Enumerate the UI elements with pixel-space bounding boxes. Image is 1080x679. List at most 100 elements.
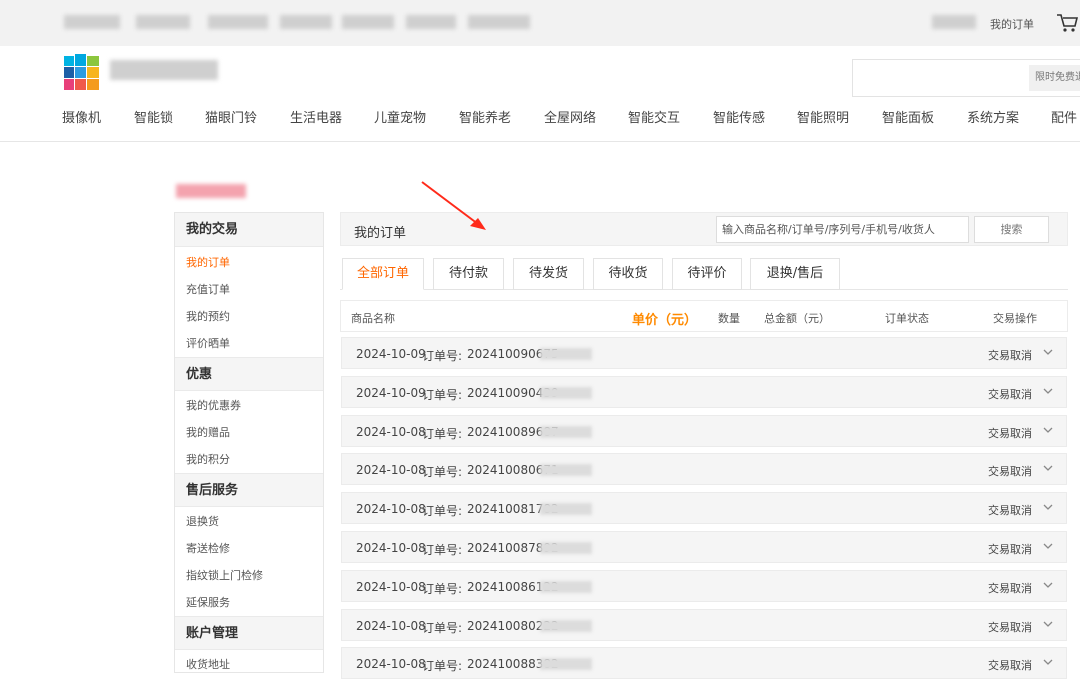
order-status: 交易取消 xyxy=(988,504,1032,518)
column-header-price: 单价（元） xyxy=(632,313,698,328)
account-sidebar: 我的交易 我的订单 充值订单 我的预约 评价晒单 优惠 我的优惠券 我的赠品 我… xyxy=(174,212,324,673)
sidebar-item-lock-repair[interactable]: 指纹锁上门检修 xyxy=(175,562,323,589)
sidebar-item-reviews[interactable]: 评价晒单 xyxy=(175,330,323,357)
order-number-label: 订单号: xyxy=(422,504,463,519)
search-button[interactable]: 搜索 xyxy=(974,216,1049,243)
order-date: 2024-10-08 xyxy=(356,463,426,478)
order-row[interactable]: 2024-10-09 订单号: 202410090439 交易取消 xyxy=(341,375,1067,408)
order-number-label: 订单号: xyxy=(422,581,463,596)
sidebar-item-my-orders[interactable]: 我的订单 xyxy=(175,249,323,276)
category-item[interactable]: 智能传感 xyxy=(713,107,765,126)
blurred-link[interactable] xyxy=(406,15,456,29)
order-row[interactable]: 2024-10-08 订单号: 202410086122 交易取消 xyxy=(341,569,1067,602)
order-row[interactable]: 2024-10-08 订单号: 202410081782 交易取消 xyxy=(341,492,1067,525)
order-date: 2024-10-08 xyxy=(356,541,426,555)
sidebar-item-recharge-orders[interactable]: 充值订单 xyxy=(175,276,323,303)
blurred-username[interactable] xyxy=(932,15,976,29)
chevron-down-icon[interactable] xyxy=(1042,540,1054,552)
blurred-link[interactable] xyxy=(468,15,530,29)
sidebar-item-appointments[interactable]: 我的预约 xyxy=(175,303,323,330)
header-search-box[interactable]: 限时免费退 xyxy=(852,59,1080,97)
column-header-qty: 数量 xyxy=(718,312,740,325)
order-number-mask xyxy=(540,386,592,399)
order-date: 2024-10-08 xyxy=(356,424,426,439)
order-row[interactable]: 2024-10-08 订单号: 202410087892 交易取消 xyxy=(341,531,1067,563)
order-row[interactable]: 2024-10-08 订单号: 202410080222 交易取消 xyxy=(341,608,1067,641)
column-header-status: 订单状态 xyxy=(885,312,929,325)
order-status: 交易取消 xyxy=(988,349,1032,362)
order-date: 2024-10-08 xyxy=(356,657,426,672)
blurred-link[interactable] xyxy=(342,15,394,29)
sidebar-item-returns[interactable]: 退换货 xyxy=(175,508,323,535)
blurred-link[interactable] xyxy=(136,15,190,29)
sidebar-item-mail-repair[interactable]: 寄送检修 xyxy=(175,535,323,562)
tab-pending-payment[interactable]: 待付款 xyxy=(433,258,504,290)
category-item[interactable]: 智能养老 xyxy=(459,107,511,126)
order-search-input[interactable] xyxy=(716,216,969,243)
order-row[interactable]: 2024-10-08 订单号: 202410089687 交易取消 xyxy=(341,414,1067,447)
sidebar-item-extended-warranty[interactable]: 延保服务 xyxy=(175,589,323,616)
tab-pending-receipt[interactable]: 待收货 xyxy=(593,258,663,290)
sidebar-item-gifts[interactable]: 我的赠品 xyxy=(175,419,323,446)
chevron-down-icon[interactable] xyxy=(1042,462,1054,474)
sidebar-item-points[interactable]: 我的积分 xyxy=(175,446,323,473)
order-status: 交易取消 xyxy=(988,581,1032,595)
chevron-down-icon[interactable] xyxy=(1042,424,1054,436)
order-number-label: 订单号: xyxy=(422,387,463,402)
order-number-mask xyxy=(540,425,592,438)
chevron-down-icon[interactable] xyxy=(1042,618,1054,630)
category-item[interactable]: 猫眼门铃 xyxy=(205,107,257,126)
order-number-mask xyxy=(540,580,592,593)
order-date: 2024-10-08 xyxy=(356,618,426,633)
sidebar-section-title: 我的交易 xyxy=(175,213,323,247)
category-item[interactable]: 系统方案 xyxy=(967,107,1019,126)
category-item[interactable]: 摄像机 xyxy=(62,107,101,126)
order-number-label: 订单号: xyxy=(422,543,463,557)
blurred-link[interactable] xyxy=(208,15,268,29)
order-date: 2024-10-09 xyxy=(356,347,426,361)
cart-icon[interactable] xyxy=(1056,13,1078,33)
category-item[interactable]: 智能面板 xyxy=(882,107,934,126)
top-my-orders-link[interactable]: 我的订单 xyxy=(990,16,1034,32)
category-item[interactable]: 智能交互 xyxy=(628,107,680,126)
chevron-down-icon[interactable] xyxy=(1042,346,1054,358)
site-header: 限时免费退 摄像机 智能锁 猫眼门铃 生活电器 儿童宠物 智能养老 全屋网络 智… xyxy=(0,46,1080,142)
order-row[interactable]: 2024-10-09 订单号: 202410090675 交易取消 xyxy=(341,337,1067,369)
tab-returns-aftersales[interactable]: 退换/售后 xyxy=(750,258,840,290)
order-row[interactable]: 2024-10-08 订单号: 202410080671 交易取消 xyxy=(341,453,1067,486)
order-number-mask xyxy=(540,542,592,554)
order-number-label: 订单号: xyxy=(422,349,463,363)
order-status: 交易取消 xyxy=(988,465,1032,479)
table-header: 商品名称 单价（元） 数量 总金额（元） 订单状态 交易操作 xyxy=(340,300,1068,332)
brand-logo-icon[interactable] xyxy=(64,54,102,92)
search-hint-tag: 限时免费退 xyxy=(1029,65,1080,91)
order-date: 2024-10-09 xyxy=(356,385,426,400)
order-row[interactable]: 2024-10-08 订单号: 202410088382 交易取消 xyxy=(341,647,1067,679)
blurred-link[interactable] xyxy=(280,15,332,29)
blurred-link[interactable] xyxy=(64,15,120,29)
category-nav: 摄像机 智能锁 猫眼门铃 生活电器 儿童宠物 智能养老 全屋网络 智能交互 智能… xyxy=(0,107,1080,129)
sidebar-item-address[interactable]: 收货地址 xyxy=(175,651,323,678)
chevron-down-icon[interactable] xyxy=(1042,385,1054,397)
category-item[interactable]: 配件 xyxy=(1051,107,1077,126)
category-item[interactable]: 全屋网络 xyxy=(544,107,596,126)
chevron-down-icon[interactable] xyxy=(1042,501,1054,513)
chevron-down-icon[interactable] xyxy=(1042,656,1054,668)
chevron-down-icon[interactable] xyxy=(1042,579,1054,591)
order-status: 交易取消 xyxy=(988,620,1032,634)
category-item[interactable]: 智能锁 xyxy=(134,107,173,126)
tab-pending-shipment[interactable]: 待发货 xyxy=(513,258,584,290)
category-item[interactable]: 智能照明 xyxy=(797,107,849,126)
user-name-blurred xyxy=(176,184,246,198)
sidebar-item-coupons[interactable]: 我的优惠券 xyxy=(175,392,323,419)
order-number-label: 订单号: xyxy=(422,465,463,480)
category-item[interactable]: 儿童宠物 xyxy=(374,107,426,126)
tab-pending-review[interactable]: 待评价 xyxy=(672,258,742,290)
tab-all-orders[interactable]: 全部订单 xyxy=(342,258,424,290)
order-status: 交易取消 xyxy=(988,543,1032,556)
sidebar-section-title: 优惠 xyxy=(175,357,323,391)
category-item[interactable]: 生活电器 xyxy=(290,107,342,126)
order-number-label: 订单号: xyxy=(422,620,463,635)
sidebar-section-title: 账户管理 xyxy=(175,616,323,650)
order-status: 交易取消 xyxy=(988,387,1032,401)
